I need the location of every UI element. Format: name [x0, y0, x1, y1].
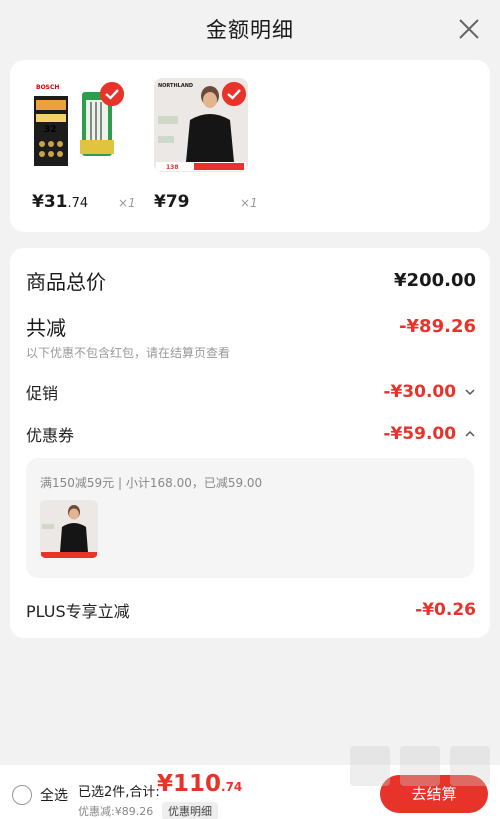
coupon-value: -¥59.00 — [383, 424, 457, 444]
plus-label: PLUS专享立减 — [26, 602, 130, 621]
coupon-product-image — [40, 500, 98, 558]
reduce-label: 共减 — [26, 316, 66, 340]
total-amount: ¥110.74 — [157, 771, 243, 797]
chevron-up-icon[interactable] — [464, 428, 476, 440]
reduce-row: 共减 -¥89.26 — [26, 312, 476, 341]
discount-detail-button[interactable]: 优惠明细 — [162, 802, 218, 819]
total-label: 商品总价 — [26, 270, 106, 294]
selected-count: 已选2件,合计: — [78, 785, 160, 800]
selected-check-icon[interactable] — [222, 82, 246, 106]
checkout-button[interactable]: 去结算 — [380, 775, 488, 813]
product-item-polo[interactable]: NORTHLAND 138 ¥79 ×1 — [154, 78, 258, 232]
plus-row: PLUS专享立减 -¥0.26 — [26, 598, 476, 622]
coupon-label: 优惠券 — [26, 426, 75, 445]
close-icon[interactable] — [456, 16, 482, 42]
promo-value-wrap: -¥30.00 — [383, 382, 476, 402]
selected-check-icon[interactable] — [100, 82, 124, 106]
svg-text:138: 138 — [166, 164, 179, 171]
total-row: 商品总价 ¥200.00 — [26, 266, 476, 295]
reduce-note: 以下优惠不包含红包，请在结算页查看 — [26, 346, 231, 360]
coupon-detail-box: 满150减59元 | 小计168.00，已减59.00 — [26, 458, 474, 578]
promo-value: -¥30.00 — [383, 382, 457, 402]
product-image-polo: NORTHLAND 138 — [154, 78, 248, 172]
promo-label: 促销 — [26, 384, 59, 403]
product-price: ¥79 — [154, 192, 190, 212]
product-price: ¥31.74 — [32, 192, 89, 212]
reduce-value: -¥89.26 — [399, 316, 476, 337]
select-all-radio[interactable] — [12, 785, 32, 805]
product-image-drill: BOSCH 32 — [32, 78, 126, 172]
select-all-label[interactable]: 全选 — [40, 785, 68, 805]
coupon-value-wrap: -¥59.00 — [383, 424, 476, 444]
checkout-bar: 全选 已选2件,合计: ¥110.74 优惠减:¥89.26 优惠明细 去结算 — [0, 765, 500, 819]
product-item-drill[interactable]: BOSCH 32 ¥31.74 ×1 — [32, 78, 136, 232]
discount-amount: 优惠减:¥89.26 — [78, 805, 154, 818]
promo-row[interactable]: 促销 -¥30.00 — [26, 380, 476, 404]
page-title: 金额明细 — [206, 18, 294, 42]
bosch-logo: BOSCH — [36, 84, 59, 91]
product-qty: ×1 — [118, 196, 136, 210]
plus-value: -¥0.26 — [415, 600, 476, 620]
header: 金额明细 — [0, 0, 500, 60]
svg-text:NORTHLAND: NORTHLAND — [158, 83, 193, 89]
product-qty: ×1 — [240, 196, 258, 210]
total-value: ¥200.00 — [394, 270, 476, 291]
chevron-down-icon[interactable] — [464, 386, 476, 398]
price-summary: 商品总价 ¥200.00 共减 -¥89.26 以下优惠不包含红包，请在结算页查… — [10, 248, 490, 638]
coupon-row[interactable]: 优惠券 -¥59.00 — [26, 422, 476, 446]
product-list: BOSCH 32 ¥31.74 ×1 NORTHLAND 138 ¥79 ×1 — [10, 60, 490, 232]
coupon-desc: 满150减59元 | 小计168.00，已减59.00 — [40, 476, 263, 490]
